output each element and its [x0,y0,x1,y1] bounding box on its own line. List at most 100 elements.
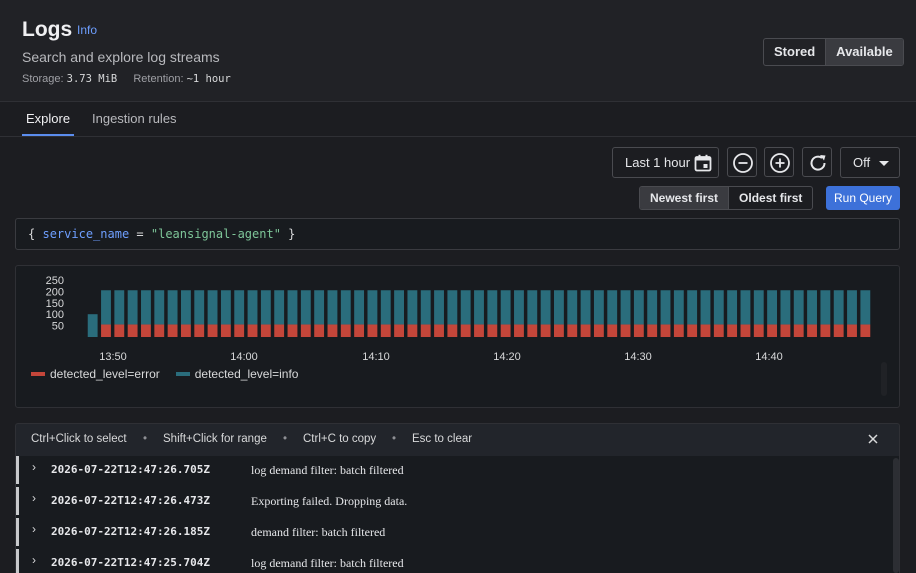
bar-info [247,290,258,325]
time-range-picker[interactable]: Last 1 hour [612,147,719,178]
log-list-scrollbar[interactable] [893,458,899,573]
bar-info [847,290,857,325]
bar-info [127,290,138,325]
x-tick-label: 14:20 [493,351,521,363]
bar-error [780,324,791,337]
bar-info [500,290,511,325]
bar-info [487,290,498,325]
bar-error [260,324,271,337]
stored-button[interactable]: Stored [764,39,825,65]
bar-error [367,324,378,337]
storage-value: 3.73 MiB [66,73,118,85]
bar-info [367,290,378,325]
log-timestamp: 2026-07-22T12:47:26.473Z [51,494,210,507]
bar-error [767,324,778,337]
bar-error [274,324,285,337]
bar-info [207,290,218,325]
close-icon[interactable] [867,433,879,445]
log-timestamp: 2026-07-22T12:47:25.704Z [51,556,210,569]
bar-info [101,290,111,325]
retention-value: ~1 hour [186,73,231,85]
run-query-button[interactable]: Run Query [826,186,900,210]
bar-error [647,324,658,337]
bar-info [167,290,178,325]
hint-select: Ctrl+Click to select [31,433,127,445]
log-row[interactable]: › 2026-07-22T12:47:26.705Z log demand fi… [16,456,892,484]
bar-error [407,324,418,337]
y-tick-label: 250 [46,275,64,287]
chevron-right-icon[interactable]: › [32,491,36,505]
bar-info [420,290,431,325]
newest-first-button[interactable]: Newest first [640,187,730,209]
legend-swatch-error [31,372,45,376]
page-header: Logs Info Search and explore log streams… [0,0,916,102]
query-editor[interactable]: { service_name = "leansignal-agent" } [15,218,900,250]
bar-info [447,290,458,325]
log-row[interactable]: › 2026-07-22T12:47:26.473Z Exporting fai… [16,487,892,515]
bar-error [673,324,684,337]
bar-error [860,324,871,337]
bar-info [434,290,444,325]
bar-error [660,324,671,337]
refresh-interval-picker[interactable]: Off [840,147,900,178]
legend-item-info[interactable]: detected_level=info [175,367,298,381]
bar-error [474,324,484,337]
bar-error [460,324,471,337]
legend-scrollbar[interactable] [881,362,887,396]
bar-error [180,324,191,337]
hint-copy: Ctrl+C to copy [303,433,377,445]
bar-error [727,324,738,337]
log-row[interactable]: › 2026-07-22T12:47:26.185Z demand filter… [16,518,892,546]
bar-error [807,324,817,337]
bar-info [700,290,711,325]
bar-info [580,290,591,325]
chart-legend: detected_level=error detected_level=info [31,367,298,381]
bar-error [354,324,365,337]
bar-info [141,290,151,325]
x-tick-label: 14:10 [362,351,390,363]
bar-info [354,290,365,325]
bar-error [833,324,844,337]
bar-info [633,290,644,325]
bar-info [567,290,578,325]
refresh-button[interactable] [802,147,832,177]
bar-error [740,324,751,337]
bar-info [647,290,658,325]
bar-info [833,290,844,325]
tab-explore[interactable]: Explore [26,111,70,126]
y-tick-label: 150 [46,298,64,310]
tab-ingestion-rules[interactable]: Ingestion rules [92,111,177,126]
x-tick-label: 13:50 [99,351,127,363]
bar-error [540,324,551,337]
legend-item-error[interactable]: detected_level=error [31,367,160,381]
bar-error [567,324,578,337]
hint-range: Shift+Click for range [163,433,267,445]
log-timestamp: 2026-07-22T12:47:26.705Z [51,463,210,476]
query-open-brace: { [28,227,36,241]
y-tick-label: 200 [46,286,64,298]
bar-error [167,324,178,337]
info-link[interactable]: Info [77,23,97,37]
bar-error [447,324,458,337]
log-row[interactable]: › 2026-07-22T12:47:25.704Z log demand fi… [16,549,892,573]
bar-error [713,324,724,337]
chevron-right-icon[interactable]: › [32,553,36,567]
storage-meta: Storage: 3.73 MiB Retention: ~1 hour [22,73,231,85]
zoom-out-button[interactable] [727,147,757,177]
bar-error [434,324,444,337]
bar-info [554,290,564,325]
oldest-first-button[interactable]: Oldest first [729,187,812,209]
bar-error [207,324,218,337]
bar-error [554,324,564,337]
bar-info [527,290,538,325]
chevron-right-icon[interactable]: › [32,522,36,536]
log-message: log demand filter: batch filtered [251,556,404,570]
zoom-in-button[interactable] [764,147,794,177]
hint-separator: • [283,433,288,445]
bar-info [474,290,484,325]
chevron-right-icon[interactable]: › [32,460,36,474]
y-tick-label: 100 [46,309,64,321]
y-tick-label: 50 [52,321,64,333]
bar-info [713,290,724,325]
available-button[interactable]: Available [825,39,903,65]
